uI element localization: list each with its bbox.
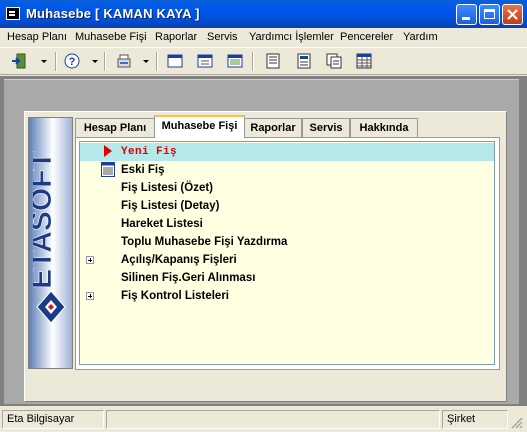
expand-plus-icon[interactable] — [86, 256, 94, 264]
main-panel: ETASOFT Hesap Planı Muhasebe Fişi Raporl… — [24, 111, 507, 402]
tree-item-silinen-fis[interactable]: Silinen Fiş.Geri Alınması — [80, 269, 494, 287]
tab-hakkinda[interactable]: Hakkında — [350, 118, 418, 137]
tree-item-fis-listesi-ozet[interactable]: Fiş Listesi (Özet) — [80, 179, 494, 197]
menu-yardimci-islemler[interactable]: Yardımcı İşlemler — [249, 31, 334, 43]
tree-item-fis-kontrol[interactable]: Fiş Kontrol Listeleri — [80, 287, 494, 305]
operations-tree[interactable]: Yeni Fiş Eski Fiş Fiş Listesi (Özet) Fiş… — [79, 141, 495, 365]
tree-item-yeni-fis[interactable]: Yeni Fiş — [80, 143, 494, 161]
window-icon-1[interactable] — [167, 53, 183, 69]
mdi-area: ETASOFT Hesap Planı Muhasebe Fişi Raporl… — [0, 76, 527, 406]
tree-item-label: Eski Fiş — [121, 164, 165, 176]
tree-item-label: Fiş Listesi (Özet) — [121, 182, 214, 194]
svg-text:?: ? — [69, 56, 76, 68]
menu-servis[interactable]: Servis — [207, 31, 238, 43]
tree-item-toplu-fis-yazdirma[interactable]: Toplu Muhasebe Fişi Yazdırma — [80, 233, 494, 251]
status-bar: Eta Bilgisayar Şirket — [0, 408, 527, 432]
tree-item-label: Yeni Fiş — [121, 146, 178, 158]
brand-logo: ETASOFT — [28, 117, 73, 369]
tree-item-eski-fis[interactable]: Eski Fiş — [80, 161, 494, 179]
resize-grip-icon[interactable] — [511, 417, 523, 429]
tree-item-label: Silinen Fiş.Geri Alınması — [121, 272, 256, 284]
tab-raporlar[interactable]: Raporlar — [244, 118, 302, 137]
tools-icon[interactable] — [116, 53, 132, 69]
tab-muhasebe-fisi[interactable]: Muhasebe Fişi — [154, 115, 245, 138]
tab-panel-muhasebe-fisi: Yeni Fiş Eski Fiş Fiş Listesi (Özet) Fiş… — [75, 137, 500, 370]
tab-servis[interactable]: Servis — [302, 118, 350, 137]
app-icon[interactable] — [6, 7, 20, 20]
menu-hesap-plani[interactable]: Hesap Planı — [7, 31, 67, 43]
menu-yardim[interactable]: Yardım — [403, 31, 438, 43]
tab-hesap-plani[interactable]: Hesap Planı — [75, 118, 155, 137]
menu-raporlar[interactable]: Raporlar — [155, 31, 197, 43]
toolbar-separator — [104, 52, 106, 71]
tree-item-label: Toplu Muhasebe Fişi Yazdırma — [121, 236, 288, 248]
toolbar: ? — [0, 47, 527, 75]
exit-icon[interactable] — [11, 53, 27, 69]
toolbar-separator — [55, 52, 57, 71]
report-icon-1[interactable] — [265, 53, 281, 69]
main-window: Muhasebe [ KAMAN KAYA ] Hesap Planı Muha… — [0, 0, 527, 432]
menu-pencereler[interactable]: Pencereler — [340, 31, 393, 43]
status-company: Eta Bilgisayar — [2, 410, 104, 429]
expand-plus-icon[interactable] — [86, 292, 94, 300]
maximize-button[interactable] — [479, 4, 500, 25]
menu-bar: Hesap Planı Muhasebe Fişi Raporlar Servi… — [0, 28, 527, 46]
minimize-icon — [462, 17, 470, 20]
tree-item-acilis-kapanis[interactable]: Açılış/Kapanış Fişleri — [80, 251, 494, 269]
tree-item-hareket-listesi[interactable]: Hareket Listesi — [80, 215, 494, 233]
list-icon — [101, 162, 115, 177]
report-icon-3[interactable] — [326, 53, 342, 69]
window-icon-3[interactable] — [227, 53, 243, 69]
tree-item-label: Hareket Listesi — [121, 218, 203, 230]
toolbar-separator — [156, 52, 158, 71]
etasoft-logo-mark — [36, 290, 66, 324]
tree-item-fis-listesi-detay[interactable]: Fiş Listesi (Detay) — [80, 197, 494, 215]
report-icon-2[interactable] — [296, 53, 312, 69]
minimize-button[interactable] — [456, 4, 477, 25]
tree-item-label: Açılış/Kapanış Fişleri — [121, 254, 237, 266]
maximize-icon — [484, 9, 495, 19]
mdi-frame: ETASOFT Hesap Planı Muhasebe Fişi Raporl… — [4, 79, 519, 404]
menu-muhasebe-fisi[interactable]: Muhasebe Fişi — [75, 31, 147, 43]
status-middle — [106, 410, 440, 429]
grid-icon[interactable] — [356, 53, 372, 69]
window-title: Muhasebe [ KAMAN KAYA ] — [26, 6, 200, 21]
tools-dropdown-icon[interactable] — [143, 60, 149, 63]
etasoft-logo-text: ETASOFT — [33, 151, 58, 289]
exit-dropdown-icon[interactable] — [41, 60, 47, 63]
close-icon — [507, 9, 518, 20]
svg-text:ETASOFT: ETASOFT — [33, 151, 58, 289]
help-icon[interactable]: ? — [64, 53, 80, 69]
tree-item-label: Fiş Kontrol Listeleri — [121, 290, 229, 302]
toolbar-separator — [252, 52, 254, 71]
close-button[interactable] — [502, 4, 523, 25]
status-mode: Şirket — [442, 410, 508, 429]
tree-item-label: Fiş Listesi (Detay) — [121, 200, 220, 212]
title-bar[interactable]: Muhasebe [ KAMAN KAYA ] — [0, 0, 527, 28]
window-icon-2[interactable] — [197, 53, 213, 69]
help-dropdown-icon[interactable] — [92, 60, 98, 63]
arrow-right-icon — [104, 145, 112, 157]
